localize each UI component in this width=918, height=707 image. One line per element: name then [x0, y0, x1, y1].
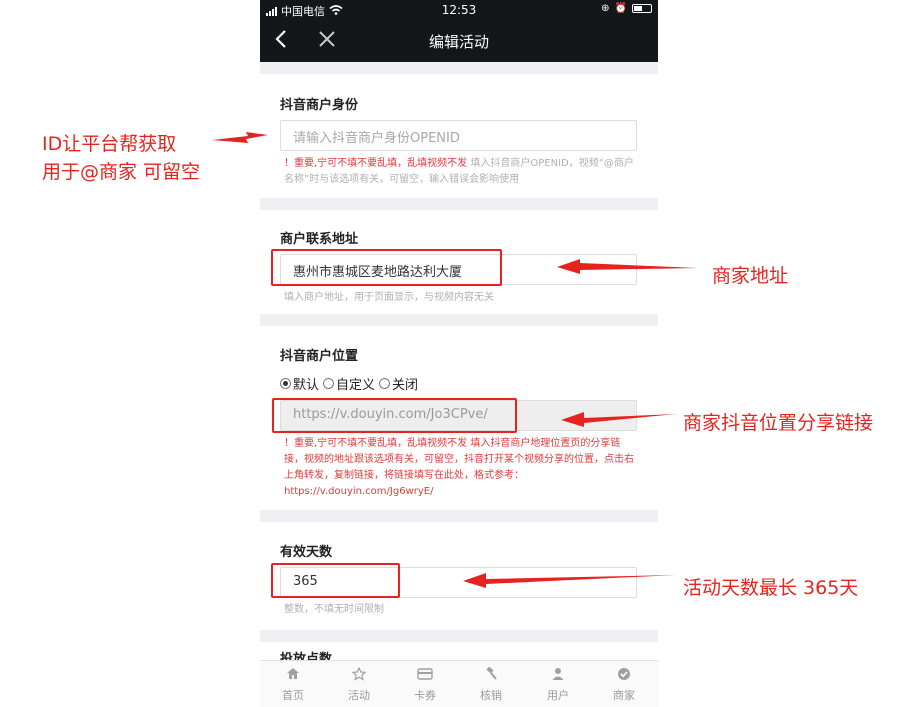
arrow-address	[557, 259, 698, 274]
arrow-location	[561, 412, 676, 427]
annotation-address: 商家地址	[712, 265, 789, 287]
annotation-days: 活动天数最长 365天	[683, 577, 859, 599]
arrow-openid	[212, 132, 268, 143]
arrow-days	[463, 573, 676, 588]
annotation-location: 商家抖音位置分享链接	[683, 412, 874, 434]
